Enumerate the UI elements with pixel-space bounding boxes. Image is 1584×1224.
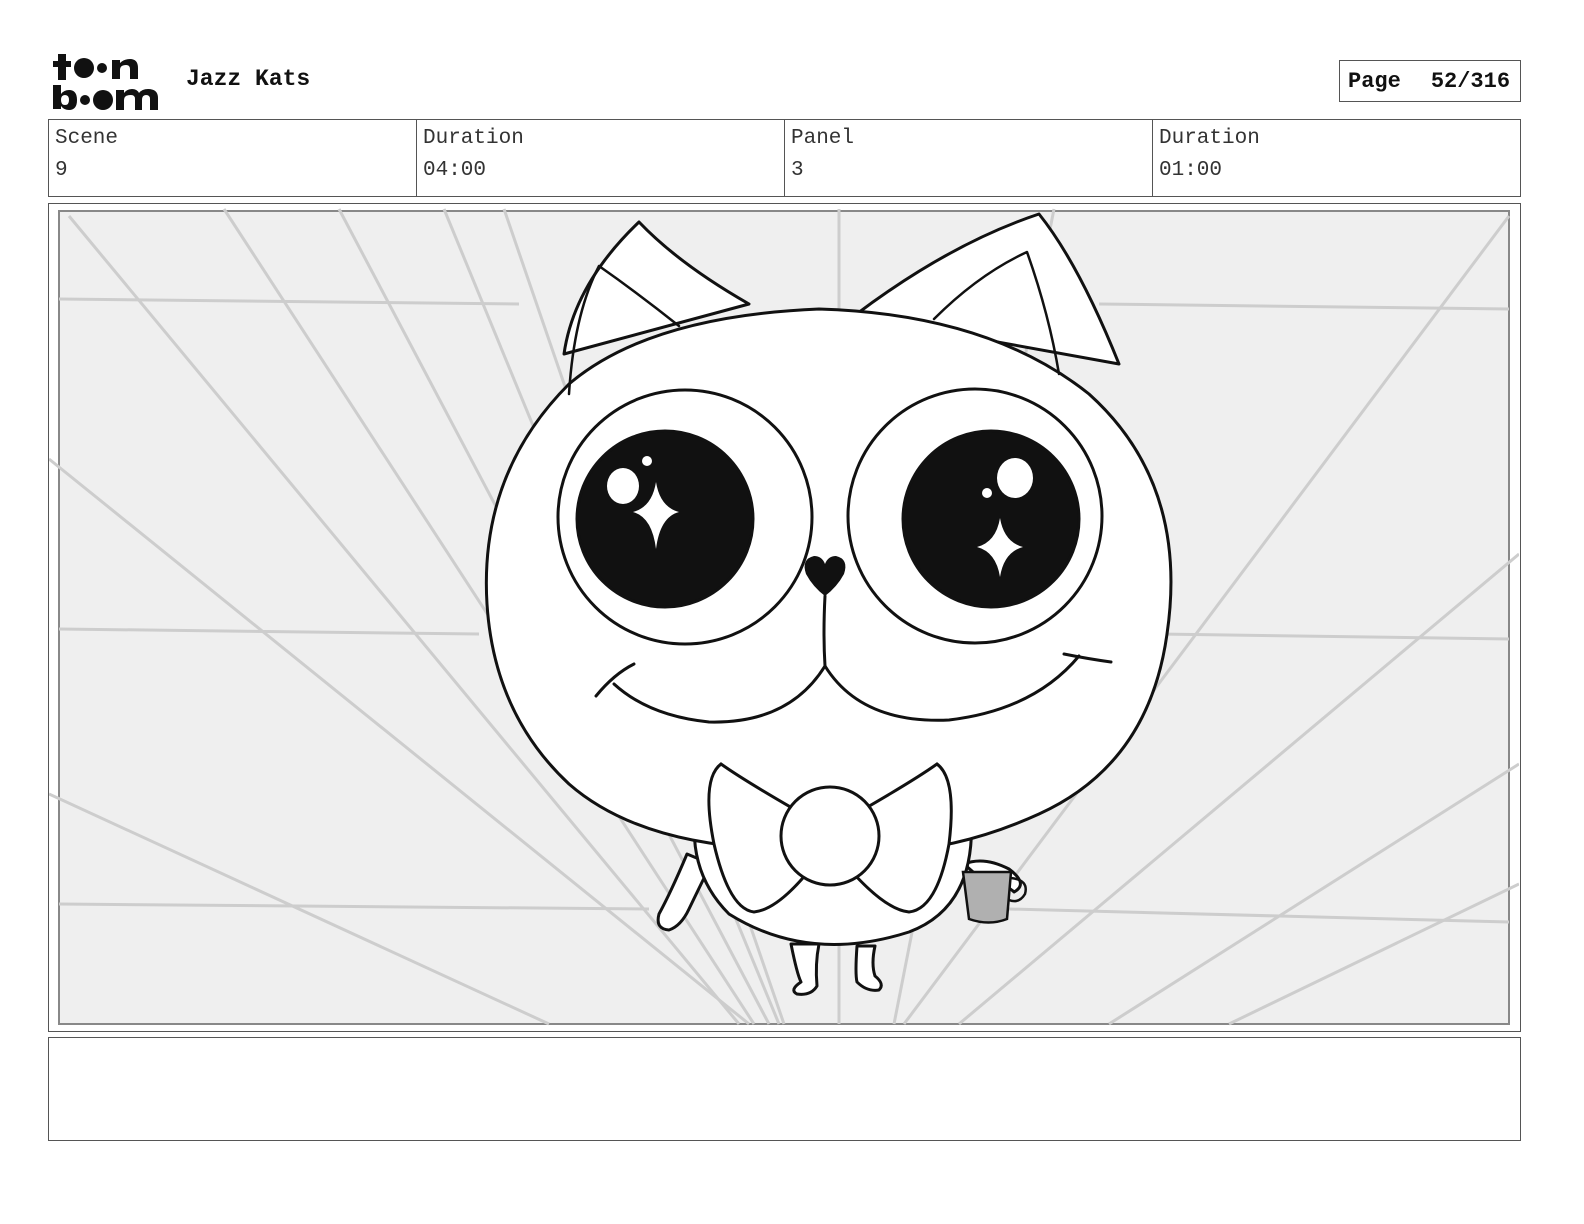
- scene-value: 9: [55, 159, 68, 182]
- project-title: Jazz Kats: [186, 66, 311, 92]
- scene-duration-value: 04:00: [423, 159, 487, 182]
- panel-notes-box[interactable]: [48, 1037, 1521, 1141]
- scene-duration-cell: Duration 04:00: [417, 120, 785, 196]
- scene-info-table: Scene 9 Duration 04:00 Panel 3 Duration …: [48, 119, 1521, 197]
- panel-duration-label: Duration: [1159, 127, 1260, 150]
- panel-drawing: [49, 204, 1519, 1030]
- panel-duration-cell: Duration 01:00: [1153, 120, 1520, 196]
- panel-label: Panel: [791, 127, 855, 150]
- toon-boom-logo: [52, 50, 164, 112]
- storyboard-panel: [48, 203, 1521, 1032]
- scene-cell: Scene 9: [49, 120, 417, 196]
- scene-duration-label: Duration: [423, 127, 524, 150]
- toon-boom-logo-graphic: [53, 54, 158, 110]
- panel-cell: Panel 3: [785, 120, 1153, 196]
- page-number: 52/316: [1430, 68, 1511, 94]
- scene-label: Scene: [55, 127, 119, 150]
- page-indicator: Page 52/316: [1339, 60, 1521, 102]
- panel-value: 3: [791, 159, 804, 182]
- panel-duration-value: 01:00: [1159, 159, 1223, 182]
- page-label: Page: [1348, 68, 1401, 94]
